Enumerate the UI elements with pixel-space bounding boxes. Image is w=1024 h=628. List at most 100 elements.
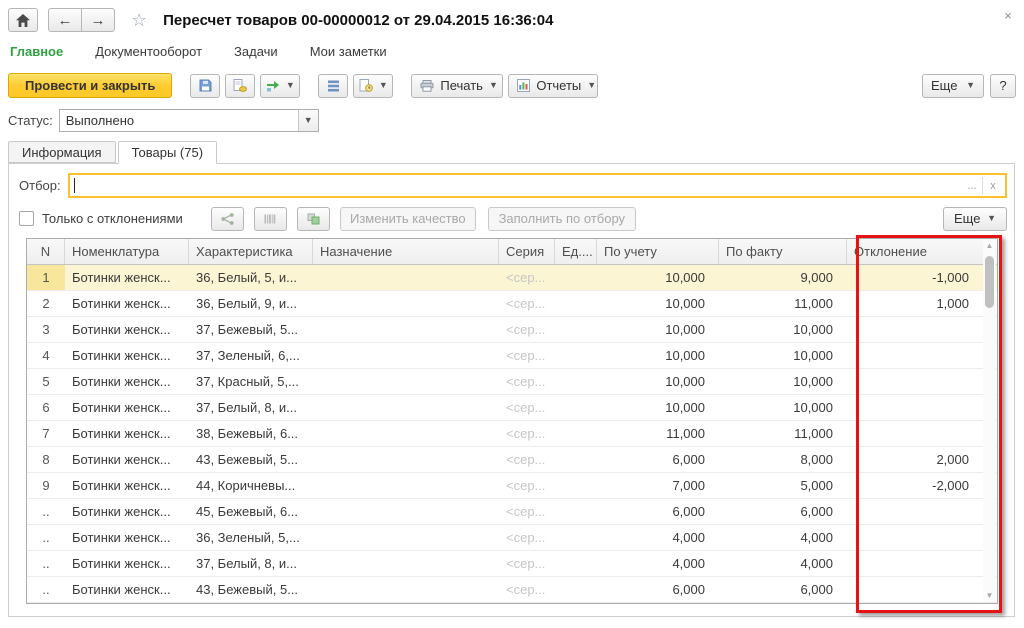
cell-actual: 11,000 [794, 296, 833, 311]
goods-table: N Номенклатура Характеристика Назначение… [26, 238, 998, 604]
post-document-button[interactable] [225, 73, 256, 98]
table-row[interactable]: 9 Ботинки женск... 44, Коричневы... <сер… [27, 473, 997, 499]
cell-series: <сер... [506, 530, 546, 545]
cell-actual: 10,000 [793, 322, 833, 337]
table-row[interactable]: 8 Ботинки женск... 43, Бежевый, 5... <се… [27, 447, 997, 473]
cell-deviation: -1,000 [932, 270, 969, 285]
print-button[interactable]: Печать ▼ [411, 73, 504, 98]
list-icon [327, 80, 339, 92]
cell-characteristic: 43, Бежевый, 5... [196, 582, 299, 597]
share-rows-button[interactable] [210, 206, 244, 231]
cell-nomenclature: Ботинки женск... [72, 374, 171, 389]
help-button[interactable]: ? [990, 73, 1016, 98]
scroll-up-icon[interactable]: ▲ [983, 240, 996, 252]
scrollbar-thumb[interactable] [985, 256, 994, 308]
cell-unit [555, 447, 597, 472]
table-row[interactable]: 1 Ботинки женск... 36, Белый, 5, и... <с… [27, 265, 997, 291]
cell-purpose [313, 447, 499, 472]
cell-actual: 10,000 [793, 348, 833, 363]
structure-button[interactable] [318, 73, 349, 98]
table-row[interactable]: .. Ботинки женск... 36, Зеленый, 5,... <… [27, 525, 997, 551]
menu-item-tasks[interactable]: Задачи [234, 44, 278, 59]
tab-information[interactable]: Информация [8, 141, 116, 163]
create-based-on-button[interactable]: ▼ [260, 73, 301, 98]
fill-by-filter-button[interactable]: Заполнить по отбору [487, 206, 636, 231]
post-and-close-button[interactable]: Провести и закрыть [8, 73, 173, 98]
change-quality-button[interactable]: Изменить качество [339, 206, 476, 231]
cell-nomenclature: Ботинки женск... [72, 452, 171, 467]
favorite-star-icon[interactable]: ☆ [131, 10, 147, 31]
status-row: Статус: Выполнено ▼ [8, 109, 319, 132]
cell-series: <сер... [506, 322, 546, 337]
save-button[interactable] [190, 73, 221, 98]
barcode-icon [263, 213, 277, 225]
scroll-down-icon[interactable]: ▼ [983, 590, 996, 602]
cell-purpose [313, 473, 499, 498]
table-row[interactable]: .. Ботинки женск... 43, Бежевый, 5... <с… [27, 577, 997, 603]
barcode-scanner-button[interactable] [253, 206, 287, 231]
text-cursor [73, 178, 75, 193]
column-header-accounted[interactable]: По учету [597, 239, 719, 264]
cell-purpose [313, 369, 499, 394]
dropdown-caret-icon: ▼ [378, 80, 388, 90]
tab-goods[interactable]: Товары (75) [117, 141, 218, 164]
cell-number: .. [42, 556, 50, 571]
cell-purpose [313, 551, 499, 576]
back-button[interactable]: ← [48, 8, 82, 32]
sections-menu: Главное Документооборот Задачи Мои замет… [10, 44, 387, 59]
table-row[interactable]: 3 Ботинки женск... 37, Бежевый, 5... <се… [27, 317, 997, 343]
document-clock-icon [359, 79, 373, 92]
table-row[interactable]: 4 Ботинки женск... 37, Зеленый, 6,... <с… [27, 343, 997, 369]
cell-number: 1 [27, 265, 65, 290]
table-body: 1 Ботинки женск... 36, Белый, 5, и... <с… [27, 265, 997, 603]
cell-series: <сер... [506, 348, 546, 363]
reports-button[interactable]: Отчеты ▼ [508, 73, 599, 98]
filter-clear-button[interactable]: x [983, 180, 1003, 192]
menu-item-notes[interactable]: Мои заметки [310, 44, 387, 59]
column-header-n[interactable]: N [27, 239, 65, 264]
column-header-unit[interactable]: Ед.... [555, 239, 597, 264]
column-header-characteristic[interactable]: Характеристика [189, 239, 313, 264]
home-button[interactable] [8, 8, 38, 32]
table-row[interactable]: 7 Ботинки женск... 38, Бежевый, 6... <се… [27, 421, 997, 447]
dropdown-caret-icon: ▼ [987, 213, 996, 223]
cell-accounted: 4,000 [672, 556, 705, 571]
cell-nomenclature: Ботинки женск... [72, 530, 171, 545]
column-header-purpose[interactable]: Назначение [313, 239, 499, 264]
filter-input[interactable]: ... x [67, 173, 1007, 198]
dropdown-caret-icon: ▼ [587, 80, 597, 90]
status-combobox[interactable]: Выполнено ▼ [58, 109, 319, 132]
close-window-button[interactable]: × [1000, 8, 1016, 23]
column-header-nomenclature[interactable]: Номенклатура [65, 239, 189, 264]
table-row[interactable]: 2 Ботинки женск... 36, Белый, 9, и... <с… [27, 291, 997, 317]
column-header-deviation[interactable]: Отклонение [847, 239, 985, 264]
cell-characteristic: 37, Белый, 8, и... [196, 556, 297, 571]
forward-button[interactable]: → [81, 8, 115, 32]
cell-unit [555, 291, 597, 316]
table-row[interactable]: .. Ботинки женск... 37, Белый, 8, и... <… [27, 551, 997, 577]
only-deviations-checkbox[interactable] [19, 211, 34, 226]
column-header-series[interactable]: Серия [499, 239, 555, 264]
menu-item-main[interactable]: Главное [10, 44, 63, 59]
based-on-icon [266, 80, 280, 92]
table-row[interactable]: 5 Ботинки женск... 37, Красный, 5,... <с… [27, 369, 997, 395]
vertical-scrollbar[interactable]: ▲ ▼ [983, 240, 996, 602]
menu-item-docflow[interactable]: Документооборот [95, 44, 202, 59]
cell-number: 3 [42, 322, 50, 337]
filter-row: Отбор: ... x [19, 173, 1007, 198]
change-history-button[interactable]: ▼ [353, 73, 394, 98]
cell-characteristic: 44, Коричневы... [196, 478, 296, 493]
more-button-toolbar[interactable]: Еще ▼ [922, 73, 984, 98]
table-row[interactable]: .. Ботинки женск... 45, Бежевый, 6... <с… [27, 499, 997, 525]
cell-nomenclature: Ботинки женск... [72, 270, 171, 285]
cell-deviation [847, 369, 985, 394]
copy-rows-button[interactable] [296, 206, 330, 231]
cell-characteristic: 37, Зеленый, 6,... [196, 348, 300, 363]
cell-unit [555, 343, 597, 368]
cell-deviation [847, 525, 985, 550]
filter-choose-button[interactable]: ... [962, 180, 982, 192]
more-button-table[interactable]: Еще ▼ [943, 206, 1007, 231]
column-header-actual[interactable]: По факту [719, 239, 847, 264]
table-row[interactable]: 6 Ботинки женск... 37, Белый, 8, и... <с… [27, 395, 997, 421]
combo-dropdown-button[interactable]: ▼ [297, 110, 318, 131]
